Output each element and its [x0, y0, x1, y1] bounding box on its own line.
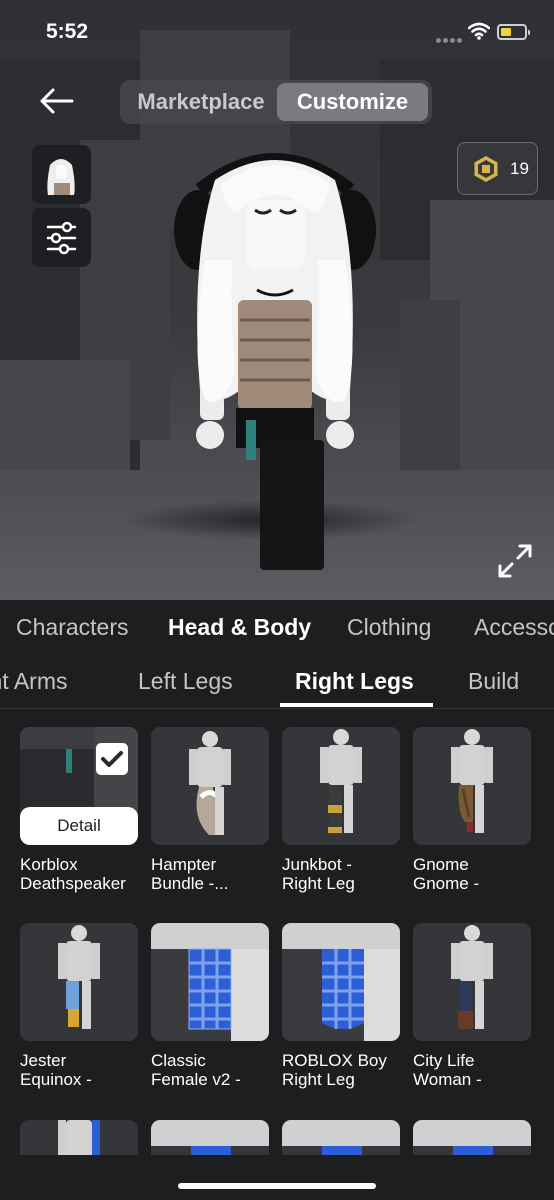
classic-female-preview	[151, 923, 269, 1041]
roblox-boy-preview	[282, 923, 400, 1041]
item-thumbnail[interactable]	[413, 1120, 531, 1155]
check-icon	[96, 743, 128, 775]
expand-arrows-icon[interactable]	[498, 544, 532, 578]
robux-count: 19	[510, 159, 529, 178]
jester-preview	[58, 925, 100, 1029]
item-name: Junkbot - Right Leg	[282, 855, 355, 893]
item-thumbnail[interactable]	[282, 1120, 400, 1155]
robux-icon	[474, 156, 498, 182]
item-name: Hampter Bundle -...	[151, 855, 229, 893]
hampter-preview	[189, 731, 231, 835]
avatar-figure	[174, 153, 376, 570]
status-time: 5:52	[46, 20, 89, 43]
item-thumbnail[interactable]	[20, 923, 138, 1041]
avatar-thumbnail-icon	[47, 159, 75, 195]
mode-segmented-control: Marketplace Customize	[120, 80, 432, 124]
partial-preview	[413, 1120, 531, 1155]
status-bar: 5:52	[0, 0, 554, 66]
item-name: City Life Woman -	[413, 1051, 482, 1089]
tab-head-body[interactable]: Head & Body	[168, 614, 311, 641]
item-grid: Detail Korblox Deathspeaker Hampter Bundle…	[0, 710, 554, 1155]
subtab-left-legs[interactable]: Left Legs	[138, 668, 233, 695]
avatar-preview-scene[interactable]: 5:52 Marketplace Customize 19	[0, 0, 554, 600]
signal-icon	[436, 30, 464, 48]
active-tab-indicator	[280, 703, 433, 707]
robux-balance-button[interactable]: 19	[457, 142, 538, 195]
subtab-right-legs[interactable]: Right Legs	[295, 668, 414, 695]
sliders-icon	[46, 221, 77, 255]
junkbot-preview	[320, 729, 362, 835]
divider	[0, 708, 554, 709]
category-tabs: Characters Head & Body Clothing Accessor…	[0, 600, 554, 656]
battery-icon	[497, 24, 530, 40]
sliders-button[interactable]	[32, 208, 91, 267]
detail-button[interactable]: Detail	[20, 807, 138, 845]
sub-category-tabs: Right Arms Left Legs Right Legs Build	[0, 656, 554, 708]
item-thumbnail[interactable]	[151, 923, 269, 1041]
partial-preview	[58, 1120, 100, 1155]
item-thumbnail[interactable]	[151, 1120, 269, 1155]
tab-accessories[interactable]: Accessories	[474, 614, 554, 641]
bottom-safe-area	[0, 1155, 554, 1200]
item-name: Classic Female v2 -	[151, 1051, 241, 1089]
item-thumbnail[interactable]	[282, 923, 400, 1041]
item-thumbnail[interactable]	[413, 923, 531, 1041]
home-indicator[interactable]	[178, 1183, 376, 1189]
avatar-thumbnail-button[interactable]	[32, 145, 91, 204]
item-thumbnail[interactable]	[282, 727, 400, 845]
partial-preview	[151, 1120, 269, 1155]
item-thumbnail[interactable]: Detail	[20, 727, 138, 845]
item-name: Gnome Gnome -	[413, 855, 480, 893]
city-life-preview	[451, 925, 493, 1029]
wifi-icon	[468, 22, 490, 40]
arrow-left-icon[interactable]	[38, 86, 74, 116]
gnome-preview	[451, 729, 493, 833]
customize-tab[interactable]: Customize	[277, 83, 428, 121]
item-name: ROBLOX Boy Right Leg	[282, 1051, 387, 1089]
item-thumbnail[interactable]	[413, 727, 531, 845]
marketplace-tab[interactable]: Marketplace	[126, 83, 276, 121]
subtab-build[interactable]: Build	[468, 668, 519, 695]
tab-characters[interactable]: Characters	[16, 614, 128, 641]
subtab-right-arms[interactable]: Right Arms	[0, 668, 67, 695]
partial-preview	[282, 1120, 400, 1155]
item-name: Jester Equinox -	[20, 1051, 92, 1089]
item-thumbnail[interactable]	[20, 1120, 138, 1155]
item-thumbnail[interactable]	[151, 727, 269, 845]
tab-clothing[interactable]: Clothing	[347, 614, 431, 641]
item-name: Korblox Deathspeaker	[20, 855, 126, 893]
